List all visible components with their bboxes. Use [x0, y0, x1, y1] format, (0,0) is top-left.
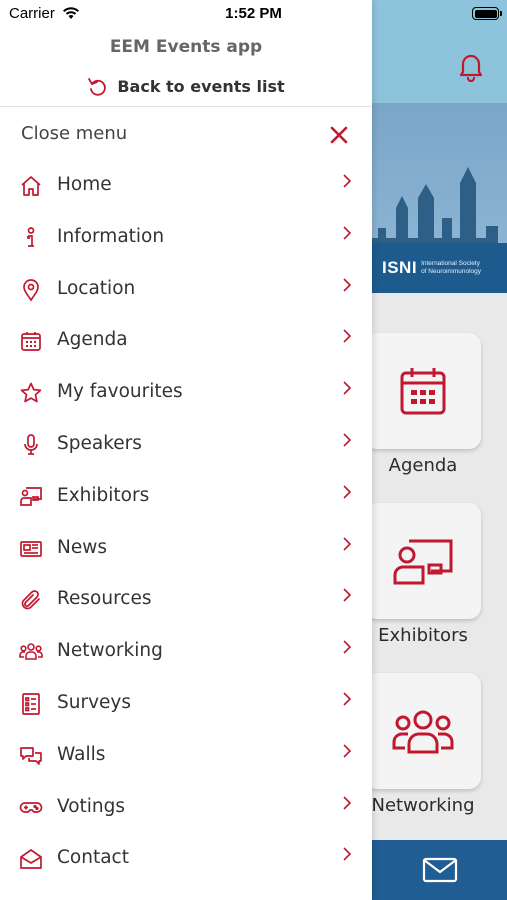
- menu-item-label: Exhibitors: [57, 484, 150, 506]
- menu-item-contact[interactable]: Contact: [0, 833, 372, 885]
- menu-item-favourites[interactable]: My favourites: [0, 367, 372, 419]
- menu-item-label: My favourites: [57, 381, 183, 403]
- gamepad-icon: [19, 801, 43, 813]
- menu-item-label: Resources: [57, 588, 152, 610]
- side-menu-drawer: EEM Events app Back to events list Close…: [0, 0, 372, 900]
- isni-logo: ISNI International Society of Neuroimmuno…: [372, 243, 507, 293]
- tile-networking-label: Networking: [371, 795, 475, 816]
- chevron-right-icon: [343, 381, 352, 395]
- location-pin-icon: [23, 278, 39, 302]
- chevron-right-icon: [343, 692, 352, 706]
- back-to-events-link[interactable]: Back to events list: [0, 76, 372, 96]
- menu-item-speakers[interactable]: Speakers: [0, 419, 372, 471]
- microphone-icon: [24, 434, 38, 455]
- menu-item-label: Location: [57, 277, 136, 299]
- menu-item-label: Walls: [57, 743, 106, 765]
- back-link-label: Back to events list: [117, 76, 285, 96]
- chevron-right-icon: [343, 537, 352, 551]
- menu-item-label: Speakers: [57, 432, 142, 454]
- menu-item-home[interactable]: Home: [0, 160, 372, 212]
- chevron-right-icon: [343, 744, 352, 758]
- presenter-icon: [20, 486, 42, 506]
- menu-item-label: Contact: [57, 847, 129, 869]
- close-menu-label: Close menu: [21, 123, 128, 144]
- menu-list: Home Information Location Agenda My favo…: [0, 160, 372, 885]
- menu-item-label: Home: [57, 174, 112, 195]
- checklist-icon: [22, 693, 40, 715]
- chat-bubbles-icon: [20, 746, 42, 765]
- tile-exhibitors-label: Exhibitors: [378, 625, 468, 646]
- chevron-right-icon: [343, 485, 352, 499]
- isni-logo-subtitle: International Society of Neuroimmunology: [421, 260, 482, 275]
- tile-networking[interactable]: [365, 673, 481, 789]
- drawer-header: EEM Events app Back to events list: [0, 30, 372, 107]
- undo-arrow-icon: [88, 78, 107, 96]
- contact-bottom-bar[interactable]: [372, 840, 507, 900]
- menu-item-news[interactable]: News: [0, 523, 372, 575]
- isni-logo-text: ISNI: [382, 258, 418, 277]
- menu-item-label: Networking: [57, 640, 163, 662]
- chevron-right-icon: [343, 174, 352, 188]
- chevron-right-icon: [343, 795, 352, 810]
- info-icon: [27, 226, 35, 247]
- envelope-open-icon: [20, 849, 42, 870]
- menu-item-information[interactable]: Information: [0, 212, 372, 264]
- star-icon: [20, 382, 42, 403]
- chevron-right-icon: [343, 433, 352, 447]
- chevron-right-icon: [343, 847, 352, 861]
- menu-item-walls[interactable]: Walls: [0, 730, 372, 782]
- tile-agenda[interactable]: [365, 333, 481, 449]
- chevron-right-icon: [343, 640, 352, 654]
- paperclip-icon: [21, 590, 40, 610]
- app-title: EEM Events app: [109, 37, 263, 57]
- menu-item-label: News: [57, 536, 107, 558]
- chevron-right-icon: [343, 588, 352, 602]
- menu-item-agenda[interactable]: Agenda: [0, 315, 372, 367]
- menu-item-label: Information: [57, 225, 165, 247]
- status-bar: Carrier 1:52 PM: [0, 0, 507, 30]
- menu-item-resources[interactable]: Resources: [0, 574, 372, 626]
- home-icon: [21, 176, 41, 196]
- presenter-icon: [393, 539, 453, 585]
- menu-item-exhibitors[interactable]: Exhibitors: [0, 471, 372, 523]
- chevron-right-icon: [343, 278, 352, 292]
- close-icon[interactable]: [328, 124, 350, 146]
- menu-item-networking[interactable]: Networking: [0, 626, 372, 678]
- menu-item-location[interactable]: Location: [0, 264, 372, 316]
- newspaper-icon: [20, 540, 42, 557]
- chevron-right-icon: [343, 329, 352, 343]
- envelope-icon: [422, 857, 457, 883]
- notifications-bell-icon[interactable]: [455, 50, 487, 83]
- menu-item-label: Agenda: [57, 329, 128, 351]
- clock: 1:52 PM: [225, 5, 282, 22]
- menu-item-label: Surveys: [57, 691, 131, 713]
- chevron-right-icon: [343, 226, 352, 240]
- calendar-icon: [21, 332, 41, 352]
- menu-item-votings[interactable]: Votings: [0, 782, 372, 834]
- menu-item-surveys[interactable]: Surveys: [0, 678, 372, 730]
- calendar-icon: [400, 368, 446, 415]
- people-icon: [392, 710, 454, 754]
- close-menu-row[interactable]: Close menu: [0, 108, 372, 160]
- menu-item-label: Votings: [57, 795, 126, 817]
- tile-agenda-label: Agenda: [388, 455, 458, 476]
- tile-exhibitors[interactable]: [365, 503, 481, 619]
- people-icon: [19, 643, 43, 660]
- battery-icon: [472, 7, 502, 20]
